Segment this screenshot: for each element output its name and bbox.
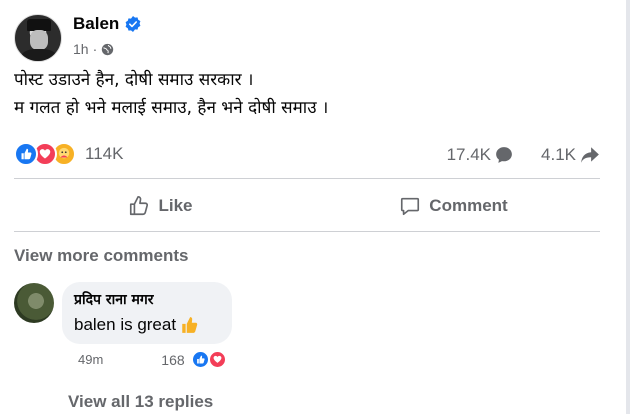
- comment-icon: [401, 197, 420, 216]
- verified-badge-icon: [125, 16, 141, 32]
- comment-meta: 49m 168: [78, 350, 227, 369]
- author-header: Balen: [73, 14, 141, 34]
- like-button[interactable]: Like: [14, 186, 307, 226]
- share-arrow-icon: [581, 147, 599, 163]
- globe-icon: [102, 43, 114, 55]
- meta-dot: ·: [92, 41, 98, 57]
- thumbs-up-emoji-icon: [182, 317, 198, 333]
- facebook-post: Balen 1h · पोस्ट उडाउने हैन, दोषी समाउ स…: [0, 0, 630, 414]
- comment-bubble-icon: [496, 147, 512, 163]
- author-avatar[interactable]: [14, 14, 62, 62]
- reactions-summary[interactable]: 114K: [14, 142, 123, 166]
- comments-stat[interactable]: 17.4K: [447, 145, 513, 165]
- comment-reaction-count: 168: [161, 351, 185, 368]
- post-actions: Like Comment: [14, 186, 600, 226]
- post-text: पोस्ट उडाउने हैन, दोषी समाउ सरकार । म गल…: [14, 66, 604, 122]
- commenter-name[interactable]: प्रदिप राना मगर: [74, 290, 220, 309]
- comment-body: balen is great: [74, 315, 177, 334]
- scrollbar[interactable]: [626, 0, 630, 414]
- love-reaction-icon: [207, 350, 227, 369]
- like-reaction-icon: [190, 350, 210, 369]
- view-replies-link[interactable]: View all 13 replies: [68, 392, 213, 412]
- like-label: Like: [158, 196, 193, 215]
- post-text-line: पोस्ट उडाउने हैन, दोषी समाउ सरकार ।: [14, 70, 254, 90]
- shares-stat[interactable]: 4.1K: [541, 145, 600, 165]
- commenter-avatar[interactable]: [14, 283, 54, 323]
- post-stats: 17.4K 4.1K: [447, 145, 600, 165]
- comment-reactions[interactable]: 168: [161, 350, 227, 369]
- thumbs-up-icon: [130, 196, 149, 216]
- reactions-count: 114K: [85, 144, 124, 163]
- post-text-line: म गलत हो भने मलाई समाउ, हैन भने दोषी समा…: [14, 98, 329, 118]
- divider: [14, 231, 600, 232]
- comment-label: Comment: [429, 196, 508, 215]
- comment-text: balen is great: [74, 315, 220, 335]
- comments-count: 17.4K: [446, 145, 492, 164]
- view-more-comments-link[interactable]: View more comments: [14, 246, 188, 266]
- comment-button[interactable]: Comment: [307, 186, 600, 226]
- like-reaction-icon: [14, 142, 38, 166]
- shares-count: 4.1K: [541, 145, 576, 164]
- comment-time[interactable]: 49m: [78, 352, 103, 367]
- comment-bubble: प्रदिप राना मगर balen is great: [62, 282, 232, 344]
- author-name[interactable]: Balen: [73, 14, 119, 34]
- post-meta: 1h ·: [73, 41, 114, 57]
- divider: [14, 178, 600, 179]
- post-time[interactable]: 1h: [73, 41, 89, 57]
